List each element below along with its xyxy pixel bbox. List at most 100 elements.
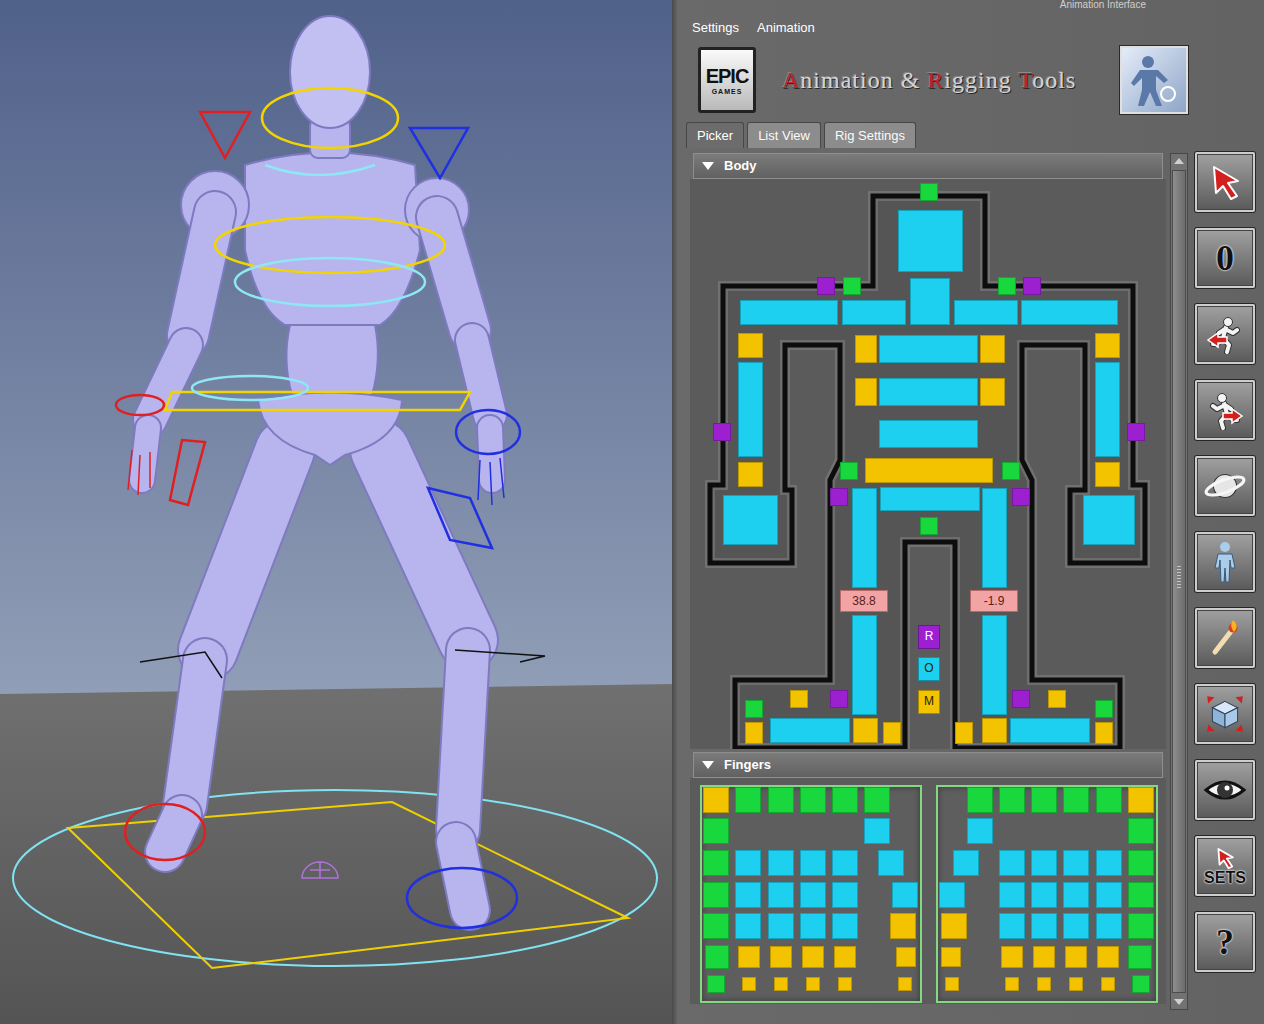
finger-control[interactable] (941, 947, 961, 967)
finger-control[interactable] (703, 882, 729, 908)
finger-control[interactable] (735, 850, 761, 876)
finger-control[interactable] (703, 850, 729, 876)
tool-button[interactable]: SETS (1195, 836, 1255, 896)
finger-control[interactable] (834, 946, 856, 968)
character-tile[interactable] (1120, 46, 1188, 114)
finger-control[interactable] (1037, 977, 1051, 991)
finger-control[interactable] (705, 945, 729, 969)
tool-button[interactable] (1195, 152, 1255, 212)
rig-control[interactable] (883, 722, 901, 744)
finger-control[interactable] (890, 913, 916, 939)
finger-control[interactable] (1031, 882, 1057, 908)
finger-control[interactable] (1096, 787, 1122, 813)
rig-control[interactable] (1095, 700, 1113, 718)
scrollbar[interactable] (1170, 153, 1188, 1010)
rig-control[interactable] (1010, 718, 1090, 743)
tool-button[interactable] (1195, 304, 1255, 364)
rig-control[interactable] (790, 690, 808, 708)
finger-control[interactable] (768, 913, 794, 939)
finger-control[interactable] (953, 850, 979, 876)
rig-control[interactable] (855, 335, 877, 363)
finger-control[interactable] (703, 818, 729, 844)
rig-control[interactable] (1095, 362, 1120, 457)
finger-control[interactable] (806, 977, 820, 991)
space-switch-button[interactable]: R (918, 625, 940, 649)
tab[interactable]: List View (747, 122, 821, 148)
rig-control[interactable] (1083, 495, 1135, 545)
finger-control[interactable] (742, 977, 756, 991)
finger-control[interactable] (999, 913, 1025, 939)
rig-control[interactable] (713, 423, 731, 441)
finger-control[interactable] (896, 947, 916, 967)
finger-control[interactable] (999, 850, 1025, 876)
viewport[interactable] (0, 0, 672, 1024)
finger-control[interactable] (1031, 913, 1057, 939)
finger-control[interactable] (838, 977, 852, 991)
finger-control[interactable] (1063, 850, 1089, 876)
finger-control[interactable] (1033, 946, 1055, 968)
rig-control[interactable] (980, 378, 1005, 406)
finger-control[interactable] (1063, 787, 1089, 813)
rig-control[interactable] (982, 488, 1007, 588)
rig-control[interactable] (745, 722, 763, 744)
tool-button[interactable]: 0 (1195, 228, 1255, 288)
rig-control[interactable] (738, 333, 763, 358)
rig-control[interactable] (738, 362, 763, 457)
rig-control[interactable] (865, 458, 993, 483)
finger-control[interactable] (768, 882, 794, 908)
finger-control[interactable] (1096, 850, 1122, 876)
rig-control[interactable] (1095, 333, 1120, 358)
rig-control[interactable] (842, 300, 906, 325)
finger-control[interactable] (703, 913, 729, 939)
finger-control[interactable] (967, 787, 993, 813)
finger-control[interactable] (1128, 882, 1154, 908)
finger-control[interactable] (703, 787, 729, 813)
tool-button[interactable] (1195, 532, 1255, 592)
finger-control[interactable] (800, 882, 826, 908)
finger-control[interactable] (999, 882, 1025, 908)
finger-control[interactable] (892, 882, 918, 908)
space-switch-button[interactable]: M (918, 690, 940, 714)
rig-control[interactable] (879, 420, 978, 448)
finger-control[interactable] (967, 818, 993, 844)
finger-control[interactable] (738, 946, 760, 968)
rig-control[interactable] (817, 277, 835, 295)
finger-control[interactable] (774, 977, 788, 991)
rig-control[interactable] (920, 517, 938, 535)
angle-readout[interactable]: -1.9 (970, 590, 1018, 612)
tab[interactable]: Picker (686, 122, 744, 148)
finger-control[interactable] (1031, 850, 1057, 876)
finger-control[interactable] (770, 946, 792, 968)
menu-item[interactable]: Animation (757, 18, 815, 38)
finger-control[interactable] (832, 882, 858, 908)
finger-control[interactable] (1063, 882, 1089, 908)
rig-control[interactable] (879, 335, 978, 363)
rig-control[interactable] (840, 462, 858, 480)
tool-button[interactable] (1195, 608, 1255, 668)
tab[interactable]: Rig Settings (824, 122, 916, 148)
rig-control[interactable] (982, 718, 1007, 743)
finger-control[interactable] (802, 946, 824, 968)
finger-control[interactable] (800, 913, 826, 939)
tool-button[interactable] (1195, 380, 1255, 440)
finger-control[interactable] (1128, 787, 1154, 813)
scroll-thumb[interactable] (1172, 170, 1186, 993)
rig-control[interactable] (770, 718, 850, 743)
finger-control[interactable] (832, 787, 858, 813)
finger-control[interactable] (832, 850, 858, 876)
finger-control[interactable] (864, 818, 890, 844)
rig-control[interactable] (998, 277, 1016, 295)
rig-control[interactable] (1095, 462, 1120, 487)
section-header[interactable]: Fingers (693, 752, 1163, 778)
tool-button[interactable] (1195, 456, 1255, 516)
finger-control[interactable] (1031, 787, 1057, 813)
rig-control[interactable] (1127, 423, 1145, 441)
rig-control[interactable] (745, 700, 763, 718)
rig-control[interactable] (982, 615, 1007, 715)
rig-control[interactable] (910, 278, 950, 325)
finger-control[interactable] (864, 787, 890, 813)
tool-button[interactable] (1195, 760, 1255, 820)
finger-control[interactable] (898, 977, 912, 991)
finger-control[interactable] (941, 913, 967, 939)
rig-control[interactable] (879, 378, 978, 406)
